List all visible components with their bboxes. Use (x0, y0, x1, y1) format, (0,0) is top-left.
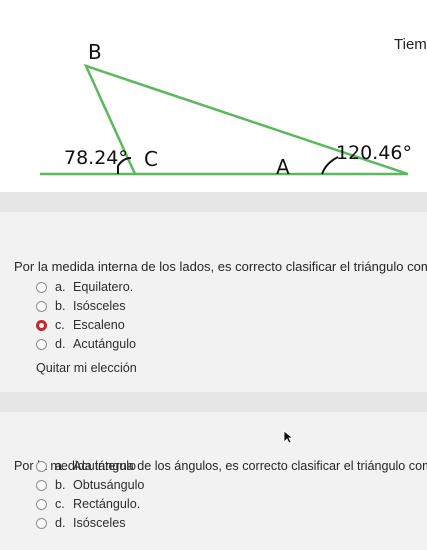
radio-icon[interactable] (36, 479, 47, 491)
option-label: Obtusángulo (73, 478, 145, 492)
option-label: Equilatero. (73, 280, 134, 294)
option-label: Isósceles (73, 299, 126, 313)
mouse-pointer-icon (283, 430, 293, 444)
question-1-text: Por la medida interna de los lados, es c… (14, 259, 427, 274)
q2-option-b[interactable]: b. Obtusángulo (36, 477, 144, 493)
radio-icon[interactable] (36, 517, 47, 529)
q1-option-a[interactable]: a. Equilatero. (36, 279, 133, 295)
option-letter: b. (55, 299, 66, 313)
radio-selected-icon[interactable] (36, 319, 47, 331)
option-letter: b. (55, 478, 66, 492)
option-label: Rectángulo. (73, 497, 141, 511)
question-2-card: Por la medida interna de los ángulos, es… (0, 412, 427, 550)
option-letter: c. (55, 497, 65, 511)
option-letter: a. (55, 280, 66, 294)
timer-label: Tiemp (394, 36, 427, 53)
option-label: Escaleno (73, 318, 125, 332)
q2-option-a[interactable]: a. Acutángulo (36, 458, 136, 474)
q2-option-d[interactable]: d. Isósceles (36, 515, 126, 531)
option-letter: a. (55, 459, 66, 473)
q1-option-b[interactable]: b. Isósceles (36, 298, 126, 314)
vertex-a-label: A (276, 155, 290, 179)
radio-icon[interactable] (36, 498, 47, 510)
q1-option-d[interactable]: d. Acutángulo (36, 336, 136, 352)
clear-choice-link[interactable]: Quitar mi elección (36, 361, 137, 375)
option-label: Acutángulo (73, 337, 137, 351)
radio-icon[interactable] (36, 300, 47, 312)
triangle-figure: B C A 78.24° 120.46° Tiemp (0, 0, 427, 192)
angle-a-value: 120.46° (336, 142, 412, 164)
q1-option-c[interactable]: c. Escaleno (36, 317, 125, 333)
vertex-c-label: C (144, 147, 158, 171)
vertex-b-label: B (88, 40, 102, 64)
question-1-card: Por la medida interna de los lados, es c… (0, 212, 427, 392)
option-label: Isósceles (73, 516, 126, 530)
angle-c-value: 78.24° (64, 147, 128, 169)
radio-icon[interactable] (36, 338, 47, 350)
option-label: Acutángulo (73, 459, 137, 473)
option-letter: c. (55, 318, 65, 332)
radio-icon[interactable] (36, 460, 47, 472)
option-letter: d. (55, 516, 66, 530)
radio-icon[interactable] (36, 281, 47, 293)
q2-option-c[interactable]: c. Rectángulo. (36, 496, 140, 512)
option-letter: d. (55, 337, 66, 351)
